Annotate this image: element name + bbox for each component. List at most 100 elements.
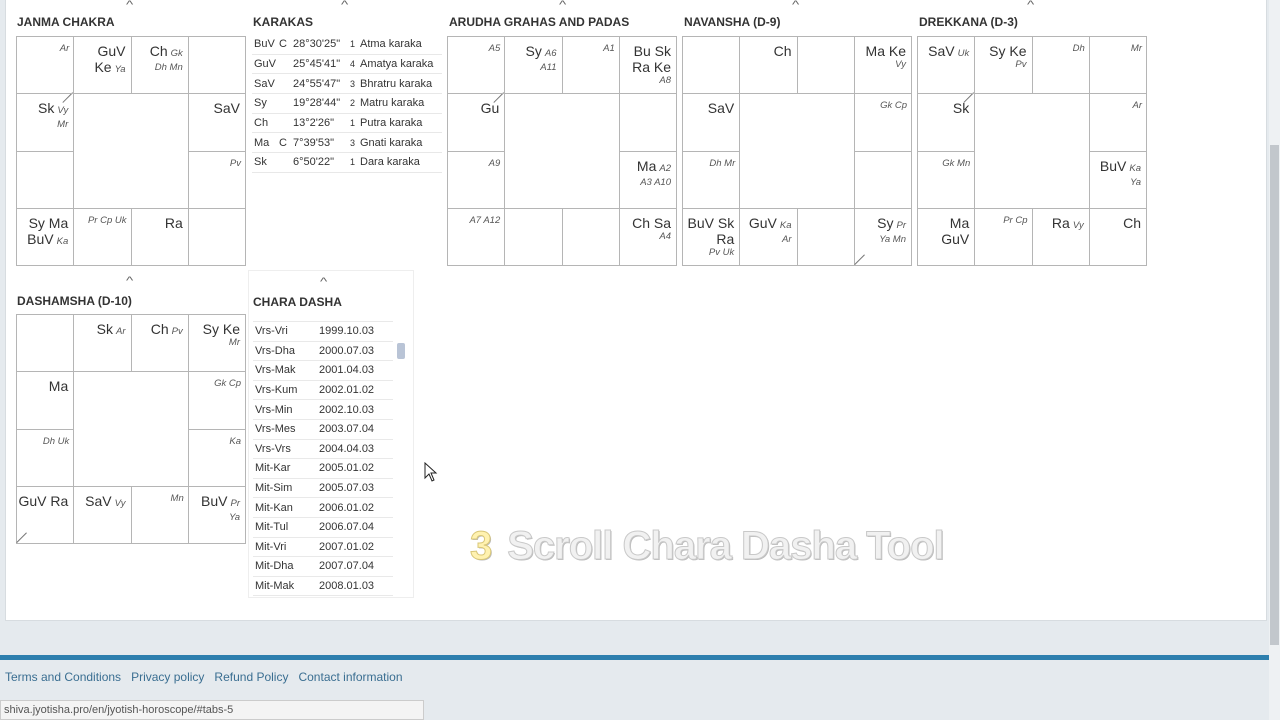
- dasha-row[interactable]: Mit-Tul 2006.07.04: [253, 518, 393, 538]
- dasha-date: 2007.01.02: [319, 540, 375, 553]
- karaka-k1: SaV: [254, 77, 275, 90]
- janma-house-1-labels: Ar: [59, 43, 70, 54]
- dasha-row[interactable]: Mit-Sim 2005.07.03: [253, 479, 393, 499]
- dashamsha-house-11: Mn: [130, 485, 189, 544]
- dasha-row[interactable]: Mit-Dha 2007.07.04: [253, 557, 393, 577]
- drekkana-house-8: BuV Ka Ya: [1088, 150, 1147, 209]
- chara-dasha-widget: ^ CHARA DASHA Vrs-Tul1999.04.02 Vrs-Vri 19…: [248, 270, 414, 598]
- arudha-house-11: [561, 207, 620, 266]
- footer-link-privacy[interactable]: Privacy policy: [131, 670, 204, 684]
- arudha-house-8-planets: Ma A2 A3 A10: [636, 157, 671, 188]
- arudha-house-4: Bu Sk Ra Ke A8: [618, 36, 677, 95]
- collapse-dashamsha-icon[interactable]: ^: [126, 276, 133, 287]
- dashamsha-title: DASHAMSHA (D-10): [17, 294, 132, 308]
- navansha-house-7: Dh Mr: [682, 150, 741, 209]
- collapse-janma-icon[interactable]: ^: [126, 0, 133, 11]
- dasha-row[interactable]: Vrs-Tul1999.04.02: [253, 315, 393, 322]
- dasha-row[interactable]: Vrs-Mak 2001.04.03: [253, 361, 393, 381]
- dasha-row[interactable]: Mit-Vri 2007.01.02: [253, 538, 393, 558]
- karaka-k3: 7°39'53": [293, 136, 334, 149]
- karaka-k1: BuV: [254, 38, 275, 51]
- navansha-house-5: SaV: [682, 93, 741, 152]
- dasha-row[interactable]: Mit-Mak 2008.01.03: [253, 577, 393, 597]
- dashamsha-house-2-planets: Sk Ar: [96, 321, 126, 337]
- dashamsha-house-1: [16, 314, 75, 373]
- collapse-drekkana-icon[interactable]: ^: [1027, 0, 1034, 11]
- dashamsha-house-6: Gk Cp: [187, 371, 246, 430]
- drekkana-house-9: Ma GuV: [917, 207, 976, 266]
- dashamsha-house-12: BuV Pr Ya: [187, 485, 246, 544]
- janma-house-6: SaV: [187, 93, 246, 152]
- karaka-k3: 19°28'44": [293, 97, 341, 110]
- arudha-house-5: Gu: [447, 93, 506, 152]
- dashamsha-house-12-planets: BuV Pr Ya: [201, 492, 240, 523]
- karaka-k2: C: [279, 136, 287, 149]
- collapse-karakas-icon[interactable]: ^: [341, 0, 348, 11]
- dasha-row[interactable]: Mit-Kar 2005.01.02: [253, 459, 393, 479]
- karaka-k4: 1: [350, 118, 356, 129]
- janma-house-8: Pv: [187, 150, 246, 209]
- janma-house-5-planets: Sk Vy Mr: [37, 100, 69, 131]
- drekkana-house-12-planets: Ch: [1123, 214, 1141, 231]
- karaka-k3: 28°30'25": [293, 38, 341, 51]
- dasha-period: Vrs-Dha: [255, 344, 295, 357]
- dasha-date: 2002.10.03: [319, 403, 375, 416]
- navansha-house-11: [796, 207, 855, 266]
- karaka-k3: 13°2'26": [293, 117, 334, 130]
- dasha-row[interactable]: Vrs-Mes 2003.07.04: [253, 420, 393, 440]
- dasha-date: 2007.07.04: [319, 560, 375, 573]
- dasha-period: Mit-Kar: [255, 462, 291, 475]
- navansha-house-3: [796, 36, 855, 95]
- page-scrollbar[interactable]: [1269, 0, 1280, 720]
- karaka-k5: Putra karaka: [360, 117, 423, 130]
- collapse-arudha-icon[interactable]: ^: [559, 0, 566, 11]
- navansha-house-10-planets: GuV Ka Ar: [748, 214, 792, 245]
- page-scrollbar-thumb[interactable]: [1270, 145, 1279, 645]
- dasha-row[interactable]: Vrs-Dha 2000.07.03: [253, 342, 393, 362]
- janma-house-9: Sy Ma BuV Ka: [16, 207, 75, 266]
- dasha-period: Vrs-Mak: [255, 364, 296, 377]
- chara-dasha-list[interactable]: Vrs-Tul1999.04.02 Vrs-Vri 1999.10.03 Vrs-Dh…: [253, 315, 393, 597]
- janma-house-10-labels: Pr Cp Uk: [87, 214, 127, 226]
- karaka-k1: Ma: [254, 136, 270, 149]
- karaka-row: SaV 24°55'47" 3 Bhratru karaka: [252, 74, 442, 95]
- dasha-date: 2005.01.02: [319, 462, 375, 475]
- janma-house-4: [187, 36, 246, 95]
- footer-link-refund[interactable]: Refund Policy: [214, 670, 288, 684]
- karaka-k1: GuV: [254, 58, 277, 71]
- dasha-period: Mit-Mak: [255, 580, 295, 593]
- dasha-row[interactable]: Mit-Kan 2006.01.02: [253, 498, 393, 518]
- arudha-house-1: A5: [447, 36, 506, 104]
- karaka-k3: 25°45'41": [293, 58, 341, 71]
- drekkana-house-11-planets: Ra Vy: [1051, 214, 1084, 231]
- collapse-chara-dasha-icon[interactable]: ^: [320, 277, 327, 288]
- karaka-row: Ma C 7°39'53" 3 Gnati karaka: [252, 133, 442, 154]
- drekkana-house-7: Gk Mn: [917, 150, 976, 209]
- footer-link-terms[interactable]: Terms and Conditions: [5, 670, 121, 684]
- karaka-k5: Dara karaka: [360, 156, 420, 169]
- dasha-row[interactable]: Vrs-Vrs 2004.04.03: [253, 440, 393, 460]
- dasha-row[interactable]: Vrs-Kum 2002.01.02: [253, 381, 393, 401]
- dasha-period: Mit-Vri: [255, 540, 287, 553]
- dasha-scrollbar-thumb[interactable]: [397, 343, 405, 359]
- janma-house-1: Ar: [16, 36, 75, 104]
- navansha-house-4-planets: Ma Ke Vy: [865, 43, 906, 70]
- dashamsha-house-7-labels: Dh Uk: [42, 435, 70, 447]
- dasha-date: 2002.01.02: [319, 384, 375, 397]
- navansha-house-6-labels: Gk Cp: [880, 100, 907, 112]
- karaka-k4: 2: [350, 98, 356, 109]
- arudha-house-2-planets: Sy A6 A11: [525, 43, 557, 73]
- dashamsha-house-8: Ka: [187, 428, 246, 487]
- navansha-house-7-labels: Dh Mr: [709, 157, 736, 169]
- arudha-house-1-labels: A5: [488, 43, 501, 54]
- drekkana-house-10: Pr Cp: [974, 207, 1033, 266]
- janma-house-9-planets: Sy Ma BuV Ka: [27, 214, 69, 247]
- navansha-house-2-planets: Ch: [773, 43, 792, 59]
- karaka-k4: 4: [350, 59, 356, 70]
- dasha-row[interactable]: Vrs-Min 2002.10.03: [253, 400, 393, 420]
- dasha-row[interactable]: Vrs-Vri 1999.10.03: [253, 322, 393, 342]
- status-bar-url: shiva.jyotisha.pro/en/jyotish-horoscope/…: [0, 700, 424, 720]
- dasha-period: Vrs-Min: [255, 403, 293, 416]
- footer-link-contact[interactable]: Contact information: [298, 670, 402, 684]
- collapse-navansha-icon[interactable]: ^: [792, 0, 799, 11]
